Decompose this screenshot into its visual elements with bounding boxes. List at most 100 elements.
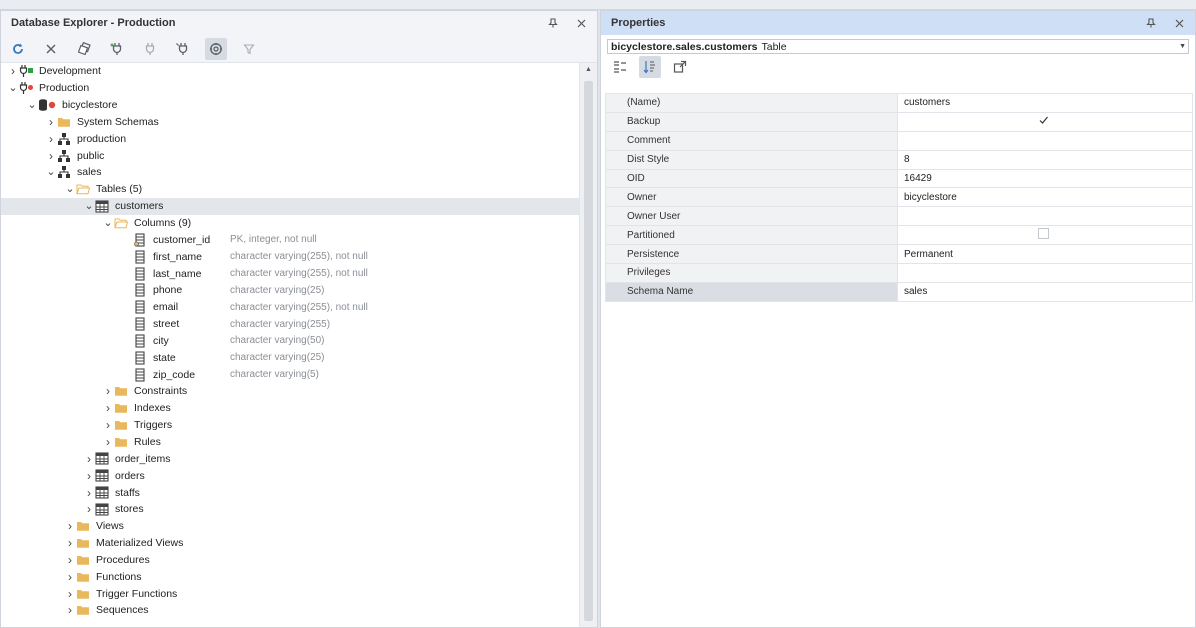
property-value[interactable]: Permanent xyxy=(897,244,1193,265)
tree-node[interactable]: last_name character varying(255), not nul… xyxy=(1,265,581,282)
tree-node[interactable]: › stores xyxy=(1,501,581,518)
property-value[interactable]: bicyclestore xyxy=(897,187,1193,208)
tree-node[interactable]: ⌄ customers xyxy=(1,197,581,215)
chevron-right-icon[interactable]: › xyxy=(83,453,95,465)
close-icon[interactable] xyxy=(1171,15,1187,31)
tree-node[interactable]: first_name character varying(255), not nu… xyxy=(1,248,581,265)
tree-node[interactable]: › Procedures xyxy=(1,551,581,568)
tree-node[interactable]: phone character varying(25) xyxy=(1,282,581,299)
chevron-right-icon[interactable]: › xyxy=(64,554,76,566)
tree-node[interactable]: › Views xyxy=(1,518,581,535)
property-value[interactable]: 8 xyxy=(897,149,1193,170)
property-row[interactable]: Comment xyxy=(605,130,1193,151)
duplicate-icon[interactable] xyxy=(73,38,95,60)
tree-node[interactable]: street character varying(255) xyxy=(1,316,581,333)
chevron-down-icon[interactable]: ⌄ xyxy=(7,83,19,94)
chevron-down-icon[interactable]: ⌄ xyxy=(26,100,38,111)
property-value[interactable] xyxy=(897,263,1193,283)
sort-alphabetical-icon[interactable] xyxy=(639,55,661,78)
tree-node[interactable]: › orders xyxy=(1,467,581,484)
chevron-down-icon[interactable]: ▼ xyxy=(1179,43,1186,50)
tree-node[interactable]: › production xyxy=(1,130,581,147)
property-row[interactable]: Schema Name sales xyxy=(605,281,1193,302)
chevron-down-icon[interactable]: ⌄ xyxy=(64,184,76,195)
filter-icon[interactable] xyxy=(238,38,260,60)
object-selector-dropdown[interactable]: bicyclestore.sales.customers Table ▼ xyxy=(607,39,1189,54)
property-value[interactable]: 16429 xyxy=(897,168,1193,189)
property-row[interactable]: Backup xyxy=(605,111,1193,132)
property-row[interactable]: Partitioned xyxy=(605,225,1193,246)
property-row[interactable]: Owner bicyclestore xyxy=(605,187,1193,208)
chevron-right-icon[interactable]: › xyxy=(64,604,76,616)
refresh-icon[interactable] xyxy=(7,38,29,60)
tree-vertical-scrollbar[interactable]: ▲ xyxy=(579,63,597,627)
property-value[interactable] xyxy=(897,130,1193,151)
chevron-right-icon[interactable]: › xyxy=(83,487,95,499)
pin-icon[interactable] xyxy=(545,15,561,31)
property-row[interactable]: OID 16429 xyxy=(605,168,1193,189)
property-row[interactable]: Dist Style 8 xyxy=(605,149,1193,170)
tree-node[interactable]: › Constraints xyxy=(1,383,581,400)
tree-node[interactable]: zip_code character varying(5) xyxy=(1,366,581,383)
chevron-right-icon[interactable]: › xyxy=(102,419,114,431)
chevron-right-icon[interactable]: › xyxy=(102,385,114,397)
tree-node[interactable]: › Development xyxy=(1,63,581,80)
connection-settings-icon[interactable] xyxy=(205,37,227,60)
chevron-right-icon[interactable]: › xyxy=(83,470,95,482)
checkbox-unchecked[interactable] xyxy=(1038,228,1049,240)
chevron-down-icon[interactable]: ⌄ xyxy=(102,218,114,229)
tree-node[interactable]: › Rules xyxy=(1,434,581,451)
scrollbar-thumb[interactable] xyxy=(584,81,593,621)
chevron-right-icon[interactable]: › xyxy=(102,436,114,448)
property-value[interactable] xyxy=(897,225,1193,246)
tree-node[interactable]: email character varying(255), not null xyxy=(1,299,581,316)
tree-node[interactable]: › System Schemas xyxy=(1,114,581,131)
chevron-right-icon[interactable]: › xyxy=(45,116,57,128)
property-row[interactable]: Privileges xyxy=(605,263,1193,283)
new-connection-icon[interactable] xyxy=(106,38,128,60)
tree-node[interactable]: ⌄ Columns (9) xyxy=(1,215,581,232)
property-pages-icon[interactable] xyxy=(669,56,691,78)
tree-node[interactable]: ⌄ sales xyxy=(1,164,581,181)
chevron-right-icon[interactable]: › xyxy=(102,402,114,414)
chevron-right-icon[interactable]: › xyxy=(64,537,76,549)
close-icon[interactable] xyxy=(573,15,589,31)
chevron-right-icon[interactable]: › xyxy=(64,571,76,583)
chevron-down-icon[interactable]: ⌄ xyxy=(45,167,57,178)
chevron-right-icon[interactable]: › xyxy=(64,588,76,600)
tree-node[interactable]: ⌄ bicyclestore xyxy=(1,97,581,114)
property-value[interactable] xyxy=(897,111,1193,132)
tree-node[interactable]: › Materialized Views xyxy=(1,535,581,552)
tree-node[interactable]: city character varying(50) xyxy=(1,333,581,350)
property-row[interactable]: (Name) customers xyxy=(605,93,1193,113)
disconnect-icon[interactable] xyxy=(139,38,161,60)
chevron-right-icon[interactable]: › xyxy=(45,150,57,162)
tree-node[interactable]: ⌄ Tables (5) xyxy=(1,181,581,198)
delete-icon[interactable] xyxy=(40,38,62,60)
chevron-right-icon[interactable]: › xyxy=(45,133,57,145)
property-value[interactable]: customers xyxy=(897,93,1193,113)
tree-node[interactable]: › Trigger Functions xyxy=(1,585,581,602)
property-value[interactable]: sales xyxy=(897,281,1193,302)
property-value[interactable] xyxy=(897,206,1193,227)
property-row[interactable]: Persistence Permanent xyxy=(605,244,1193,265)
tree-node[interactable]: › staffs xyxy=(1,484,581,501)
tree-node[interactable]: › Sequences xyxy=(1,602,581,619)
chevron-right-icon[interactable]: › xyxy=(7,65,19,77)
scroll-up-arrow-icon[interactable]: ▲ xyxy=(580,63,597,77)
checkbox-checked[interactable] xyxy=(1038,115,1049,126)
chevron-right-icon[interactable]: › xyxy=(64,520,76,532)
pin-icon[interactable] xyxy=(1143,15,1159,31)
tree-node[interactable]: customer_id PK, integer, not null xyxy=(1,231,581,248)
edit-connection-icon[interactable] xyxy=(172,38,194,60)
tree-node[interactable]: › public xyxy=(1,147,581,164)
tree-node[interactable]: › order_items xyxy=(1,450,581,467)
tree-node[interactable]: › Functions xyxy=(1,568,581,585)
tree-node[interactable]: › Indexes xyxy=(1,400,581,417)
tree-node[interactable]: ⌄ Production xyxy=(1,80,581,97)
tree-node[interactable]: state character varying(25) xyxy=(1,349,581,366)
tree-node[interactable]: › Triggers xyxy=(1,417,581,434)
chevron-right-icon[interactable]: › xyxy=(83,503,95,515)
categorized-icon[interactable] xyxy=(609,56,631,78)
chevron-down-icon[interactable]: ⌄ xyxy=(83,201,95,212)
